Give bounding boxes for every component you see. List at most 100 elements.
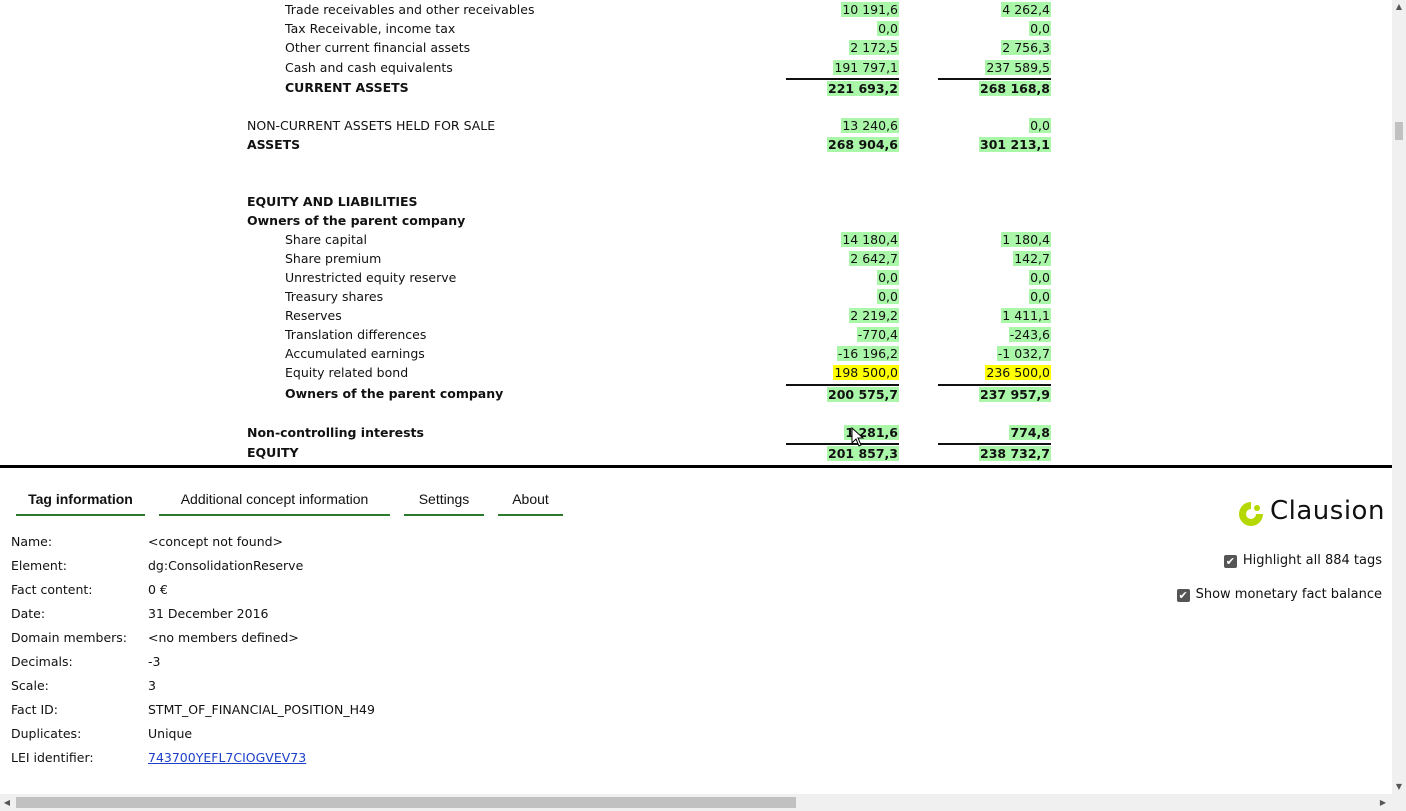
tag-info-key: Name: [11, 534, 53, 549]
tagged-fact[interactable]: 1 411,1 [1001, 308, 1051, 323]
tab-settings[interactable]: Settings [404, 490, 484, 516]
value-cell-2015: 236 500,0 [938, 363, 1051, 382]
statement-row: Cash and cash equivalents 191 797,1 237 58… [0, 58, 1100, 77]
statement-row: Accumulated earnings -16 196,2 -1 032,7 [0, 344, 1100, 363]
logo-wordmark: Clausion [1270, 496, 1385, 526]
value-cell-2016: 201 857,3 [786, 443, 899, 463]
value-cell-2015: 237 589,5 [938, 58, 1051, 77]
tagged-fact[interactable]: 268 904,6 [827, 137, 899, 152]
statement-row: Share premium 2 642,7 142,7 [0, 249, 1100, 268]
tagged-fact[interactable]: 0,0 [877, 270, 899, 285]
lei-link[interactable]: 743700YEFL7CIOGVEV73 [148, 750, 306, 765]
horizontal-scroll-thumb[interactable] [16, 797, 796, 808]
tag-info-value: <no members defined> [148, 630, 299, 645]
tagged-fact[interactable]: 0,0 [877, 289, 899, 304]
tagged-fact[interactable]: 238 732,7 [979, 446, 1051, 461]
tag-info-key: Fact content: [11, 582, 93, 597]
tagged-fact[interactable]: 268 168,8 [979, 81, 1051, 96]
tagged-fact[interactable]: 0,0 [1029, 270, 1051, 285]
tagged-fact[interactable]: 2 172,5 [849, 40, 899, 55]
statement-row: Reserves 2 219,2 1 411,1 [0, 306, 1100, 325]
tagged-fact[interactable]: 2 756,3 [1001, 40, 1051, 55]
tagged-fact[interactable]: -16 196,2 [836, 346, 899, 361]
value-cell-2015: -243,6 [938, 325, 1051, 344]
tagged-fact[interactable]: 0,0 [1029, 289, 1051, 304]
financial-statement-view: Trade receivables and other receivables 1… [0, 0, 1392, 466]
row-label: Translation differences [285, 327, 427, 342]
tagged-fact[interactable]: 4 262,4 [1001, 2, 1051, 17]
tagged-fact[interactable]: 198 500,0 [833, 365, 899, 380]
row-label: Share premium [285, 251, 382, 266]
tagged-fact[interactable]: 191 797,1 [833, 60, 899, 75]
statement-row: Translation differences -770,4 -243,6 [0, 325, 1100, 344]
tagged-fact[interactable]: 2 642,7 [849, 251, 899, 266]
value-cell-2015: 238 732,7 [938, 443, 1051, 463]
tab-tag-information[interactable]: Tag information [16, 490, 145, 516]
value-cell-2015: 4 262,4 [938, 0, 1051, 19]
tag-info-value: dg:ConsolidationReserve [148, 558, 304, 573]
tagged-fact[interactable]: 14 180,4 [841, 232, 899, 247]
horizontal-scrollbar[interactable]: ◀ ▶ [0, 794, 1392, 811]
tag-info-value: Unique [148, 726, 193, 741]
value-cell-2016: -16 196,2 [786, 344, 899, 363]
tagged-fact[interactable]: -770,4 [856, 327, 899, 342]
value-cell-2015: -1 032,7 [938, 344, 1051, 363]
value-cell-2015: 142,7 [938, 249, 1051, 268]
statement-row: Unrestricted equity reserve 0,0 0,0 [0, 268, 1100, 287]
tagged-fact[interactable]: -243,6 [1008, 327, 1051, 342]
row-label: Equity related bond [285, 365, 409, 380]
tagged-fact[interactable]: 200 575,7 [827, 387, 899, 402]
checkbox-checked-icon[interactable]: ✔ [1176, 589, 1190, 602]
tab-label: Settings [418, 491, 470, 507]
scroll-right-arrow-icon[interactable]: ▶ [1376, 794, 1390, 811]
statement-row: Other current financial assets 2 172,5 2 7… [0, 38, 1100, 57]
statement-row: CURRENT ASSETS 221 693,2 268 168,8 [0, 78, 1100, 97]
tagged-fact[interactable]: 201 857,3 [827, 446, 899, 461]
row-label: CURRENT ASSETS [285, 80, 409, 95]
tagged-fact[interactable]: 221 693,2 [827, 81, 899, 96]
value-cell-2016: 2 219,2 [786, 306, 899, 325]
value-cell-2015: 0,0 [938, 19, 1051, 38]
row-label: EQUITY [247, 445, 299, 460]
statement-row: NON-CURRENT ASSETS HELD FOR SALE 13 240,6… [0, 116, 1100, 135]
value-cell-2016: 13 240,6 [786, 116, 899, 135]
tagged-fact[interactable]: -1 032,7 [996, 346, 1051, 361]
scrollbar-corner [1392, 794, 1406, 811]
value-cell-2016: 10 191,6 [786, 0, 899, 19]
tagged-fact[interactable]: 1 180,4 [1001, 232, 1051, 247]
tag-info-value: STMT_OF_FINANCIAL_POSITION_H49 [148, 702, 375, 717]
scroll-left-arrow-icon[interactable]: ◀ [0, 794, 14, 811]
row-label: Owners of the parent company [285, 386, 504, 401]
tagged-fact[interactable]: 13 240,6 [841, 118, 899, 133]
tagged-fact[interactable]: 0,0 [877, 21, 899, 36]
statement-row: Non-controlling interests 1 281,6 774,8 [0, 423, 1100, 442]
tagged-fact[interactable]: 237 957,9 [979, 387, 1051, 402]
tagged-fact[interactable]: 237 589,5 [985, 60, 1051, 75]
tab-additional-concept-information[interactable]: Additional concept information [159, 490, 390, 516]
checkbox-checked-icon[interactable]: ✔ [1223, 555, 1237, 568]
tag-info-value: 31 December 2016 [148, 606, 269, 621]
row-label: Other current financial assets [285, 40, 471, 55]
scroll-up-arrow-icon[interactable]: ▲ [1392, 0, 1406, 14]
tagged-fact[interactable]: 236 500,0 [985, 365, 1051, 380]
scroll-down-arrow-icon[interactable]: ▼ [1392, 780, 1406, 794]
tagged-fact[interactable]: 0,0 [1029, 118, 1051, 133]
show-monetary-balance-toggle[interactable]: ✔ Show monetary fact balance [1176, 587, 1382, 602]
vertical-scrollbar[interactable]: ▲ ▼ [1392, 0, 1406, 794]
tag-info-key: Duplicates: [11, 726, 82, 741]
vertical-scroll-thumb[interactable] [1395, 122, 1403, 140]
tagged-fact[interactable]: 10 191,6 [841, 2, 899, 17]
tagged-fact[interactable]: 0,0 [1029, 21, 1051, 36]
value-cell-2016: 191 797,1 [786, 58, 899, 77]
tagged-fact[interactable]: 142,7 [1013, 251, 1051, 266]
statement-row: EQUITY 201 857,3 238 732,7 [0, 443, 1100, 462]
tagged-fact[interactable]: 2 219,2 [849, 308, 899, 323]
highlight-all-tags-toggle[interactable]: ✔ Highlight all 884 tags [1223, 553, 1382, 568]
value-cell-2016: 0,0 [786, 268, 899, 287]
value-cell-2016: 2 172,5 [786, 38, 899, 57]
tagged-fact[interactable]: 301 213,1 [979, 137, 1051, 152]
tagged-fact[interactable]: 774,8 [1009, 425, 1051, 440]
tab-about[interactable]: About [498, 490, 563, 516]
value-cell-2016: 200 575,7 [786, 384, 899, 404]
tag-info-key: Decimals: [11, 654, 73, 669]
